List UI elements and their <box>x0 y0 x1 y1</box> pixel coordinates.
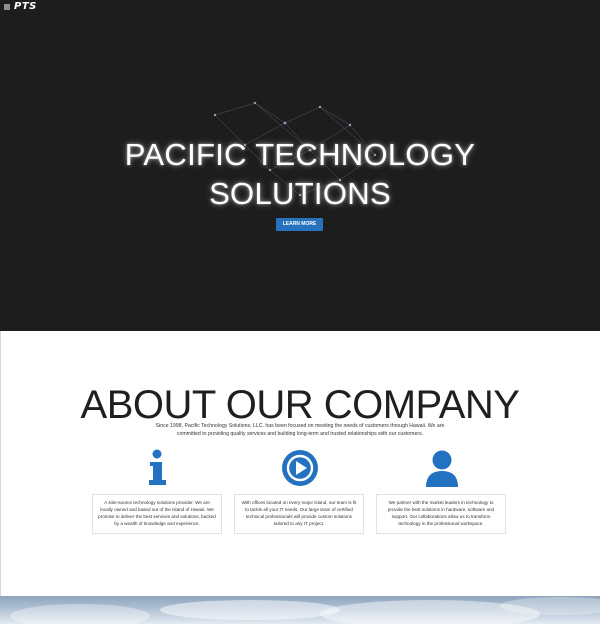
hero-title-line2: SOLUTIONS <box>209 176 391 211</box>
feature-card-text: We partner with the market leaders in te… <box>387 500 495 526</box>
about-heading: ABOUT OUR COMPANY <box>80 383 520 427</box>
hero-title: PACIFIC TECHNOLOGY SOLUTIONS <box>0 135 600 213</box>
hero-section: PTS PACIFIC TECHNOLOGY SOLUTIONS LEARN M… <box>0 0 600 331</box>
hamburger-icon[interactable] <box>3 3 11 11</box>
sky-banner-image <box>0 596 600 624</box>
user-icon <box>424 449 460 489</box>
play-circle-icon <box>281 449 319 489</box>
feature-card-3: We partner with the market leaders in te… <box>376 494 506 534</box>
feature-card-2: With offices located on every major isla… <box>234 494 364 534</box>
about-intro: Since 1998, Pacific Technology Solutions… <box>155 423 445 437</box>
feature-card-1: A sole-source technology solutions provi… <box>92 494 222 534</box>
feature-card-text: A sole-source technology solutions provi… <box>98 500 216 526</box>
learn-more-button[interactable]: LEARN MORE <box>276 218 323 231</box>
feature-card-text: With offices located on every major isla… <box>241 500 357 526</box>
info-icon <box>146 449 168 489</box>
hero-title-line1: PACIFIC TECHNOLOGY <box>124 137 476 172</box>
logo[interactable]: PTS <box>14 1 37 13</box>
